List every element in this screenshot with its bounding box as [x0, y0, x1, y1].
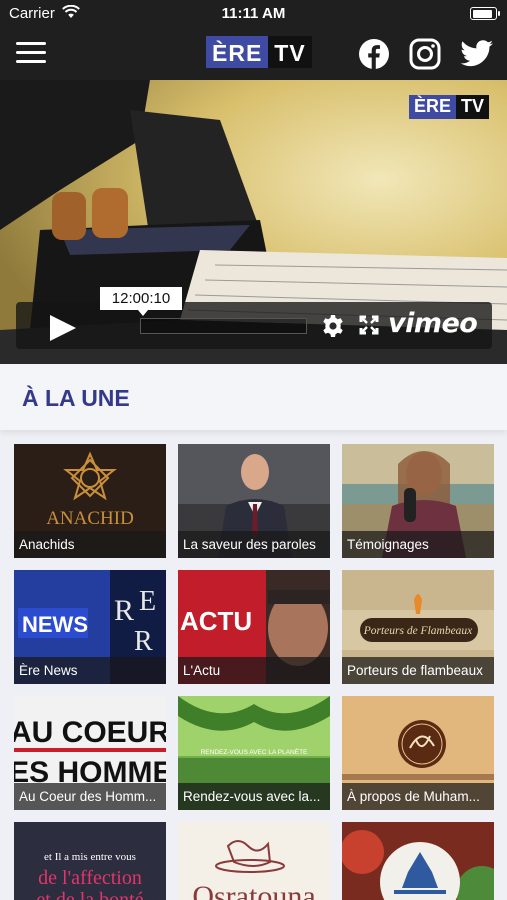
tile-a-propos-de-muhammad[interactable]: À propos de Muham...	[342, 696, 494, 810]
tile-qsratouna-art: Qsratouna	[178, 822, 330, 900]
facebook-icon[interactable]	[358, 38, 390, 70]
nav-bar: ÈRE TV	[0, 28, 507, 80]
tile-au-coeur-art-text-1: AU COEUR	[14, 716, 166, 749]
tile-label: Ère News	[14, 657, 166, 684]
progress-bar[interactable]	[140, 318, 307, 334]
tile-rendez-vous-avec-la-planete[interactable]: RENDEZ-VOUS AVEC LA PLANÈTE Rendez-vous …	[178, 696, 330, 810]
play-button[interactable]	[50, 315, 76, 341]
tile-l-actu[interactable]: ACTU L'Actu	[178, 570, 330, 684]
svg-text:R: R	[114, 594, 134, 627]
tile-au-coeur-des-hommes[interactable]: AU COEUR DES HOMMES Au Coeur des Homm...	[14, 696, 166, 810]
tile-affection[interactable]: et Il a mis entre vous de l'affection et…	[14, 822, 166, 900]
tile-label: La saveur des paroles	[178, 531, 330, 558]
tile-label: Au Coeur des Homm...	[14, 783, 166, 810]
tile-porteurs-de-flambeaux[interactable]: Porteurs de Flambeaux Porteurs de flambe…	[342, 570, 494, 684]
battery-level	[472, 9, 493, 18]
tile-anachids-art-text: ANACHID	[46, 508, 134, 529]
status-bar: Carrier 11:11 AM	[0, 0, 507, 28]
battery-icon	[470, 7, 500, 20]
program-grid: ANACHID Anachids La saveur des paroles T…	[0, 430, 507, 900]
watermark-tv: TV	[455, 95, 489, 119]
fullscreen-icon[interactable]	[359, 315, 379, 335]
player-controls: vimeo	[16, 302, 492, 349]
svg-text:R: R	[134, 626, 153, 657]
settings-gear-icon[interactable]	[321, 314, 345, 338]
tile-affection-art-text-2: de l'affection	[38, 867, 142, 889]
logo-tv: TV	[268, 36, 312, 68]
tile-label: L'Actu	[178, 657, 330, 684]
tile-affection-art-text-3: et de la bonté	[36, 889, 143, 900]
tile-affection-art-text-1: et Il a mis entre vous	[44, 851, 136, 863]
tile-qsratouna[interactable]: Qsratouna	[178, 822, 330, 900]
status-time: 11:11 AM	[221, 5, 286, 22]
tile-label: Rendez-vous avec la...	[178, 783, 330, 810]
tile-rendez-vous-art-text: RENDEZ-VOUS AVEC LA PLANÈTE	[201, 747, 308, 756]
watermark-ere: ÈRE	[408, 95, 456, 119]
instagram-icon[interactable]	[409, 38, 441, 70]
tile-label: Anachids	[14, 531, 166, 558]
section-title: À LA UNE	[22, 385, 130, 411]
app-logo[interactable]: ÈRE TV	[206, 36, 312, 68]
twitter-icon[interactable]	[460, 38, 494, 70]
timecode-pointer	[138, 310, 148, 316]
tile-tajine[interactable]	[342, 822, 494, 900]
logo-ere: ÈRE	[206, 36, 269, 68]
tile-label: Porteurs de flambeaux	[342, 657, 494, 684]
tile-temoignages[interactable]: Témoignages	[342, 444, 494, 558]
app-screen: Carrier 11:11 AM ÈRE TV ÈRE TV vimeo 12:…	[0, 0, 507, 900]
tile-actu-art-text: ACTU	[180, 606, 252, 636]
svg-text:E: E	[139, 586, 156, 617]
tile-anachids[interactable]: ANACHID Anachids	[14, 444, 166, 558]
tile-tajine-art	[342, 822, 494, 900]
hamburger-menu-button[interactable]	[16, 42, 46, 64]
tile-ere-news[interactable]: NEWS R E R Ère News	[14, 570, 166, 684]
timecode-tooltip: 12:00:10	[100, 287, 182, 310]
section-header: À LA UNE	[0, 364, 507, 430]
tile-la-saveur-des-paroles[interactable]: La saveur des paroles	[178, 444, 330, 558]
tile-qsratouna-art-text: Qsratouna	[192, 880, 315, 900]
tile-affection-art: et Il a mis entre vous de l'affection et…	[14, 822, 166, 900]
tile-label: Témoignages	[342, 531, 494, 558]
tile-porteurs-art-text: Porteurs de Flambeaux	[363, 625, 473, 637]
tile-label: À propos de Muham...	[342, 783, 494, 810]
video-watermark-logo: ÈRE TV	[408, 95, 489, 119]
vimeo-logo[interactable]: vimeo	[388, 308, 478, 339]
tile-ere-news-art-text: NEWS	[22, 612, 88, 637]
video-player[interactable]: ÈRE TV vimeo 12:00:10	[0, 80, 507, 364]
